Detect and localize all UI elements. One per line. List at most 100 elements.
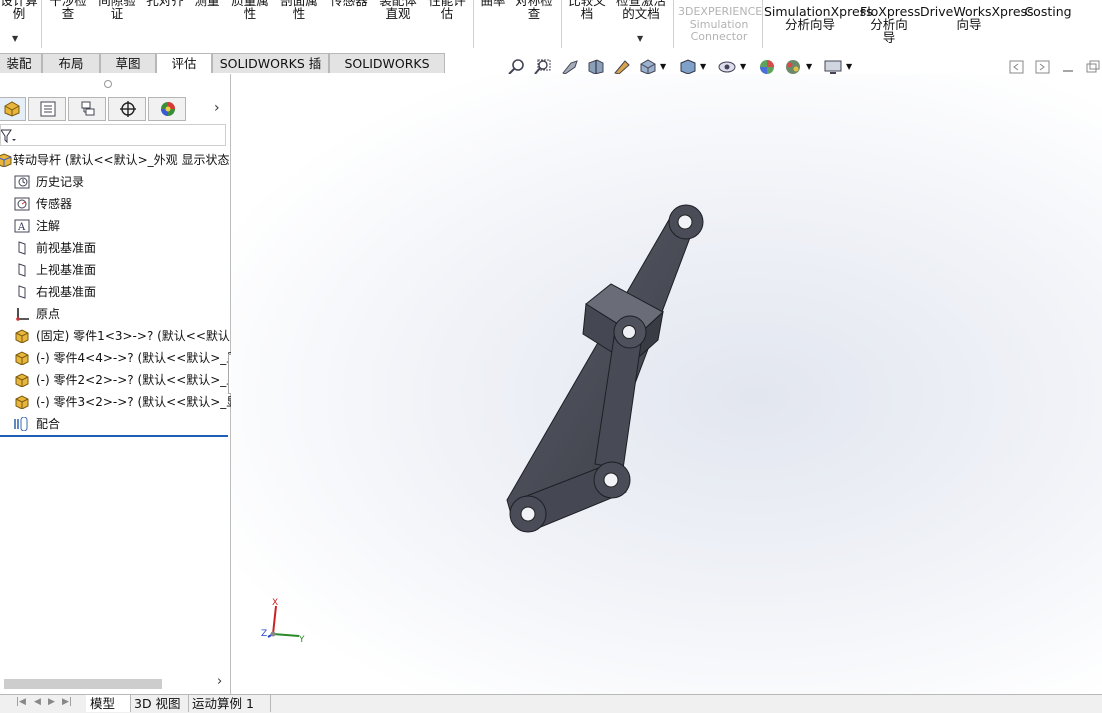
section-properties-label: 剖面属 性: [280, 0, 318, 21]
assembly-model[interactable]: [231, 74, 1102, 694]
tab-solidworks-mbd[interactable]: SOLIDWORKS MBD: [329, 53, 445, 91]
tab-evaluate[interactable]: 评估: [156, 53, 212, 73]
chevron-down-icon[interactable]: ▼: [660, 62, 666, 71]
assemblyxpert-button[interactable]: 装配体 直观: [376, 0, 420, 20]
simulationxpress-button[interactable]: SimulationXpress 分析向导: [764, 5, 873, 31]
tree-item-label: (固定) 零件1<3>->? (默认<<默认>: [36, 329, 240, 343]
hole-alignment-button[interactable]: 孔对齐: [143, 0, 187, 7]
zoom-to-fit-icon[interactable]: [508, 59, 526, 75]
tree-item-label: 历史记录: [36, 175, 85, 189]
minimize-icon[interactable]: [1060, 59, 1078, 75]
driveworksxpress-label: DriveWorksXpress 向导: [920, 4, 1034, 32]
part-icon: [15, 373, 29, 387]
interference-check-button[interactable]: 干涉检 查: [46, 0, 90, 20]
plane-icon: [18, 241, 26, 255]
filter-bar[interactable]: [0, 124, 226, 146]
collapse-panel-icon[interactable]: [1008, 59, 1026, 75]
chevron-right-icon[interactable]: ›: [214, 100, 220, 116]
plane-icon: [18, 285, 26, 299]
tree-item-label: (-) 零件4<4>->? (默认<<默认>_显: [36, 351, 239, 365]
panel-splitter-handle[interactable]: [104, 80, 112, 88]
y-axis: [272, 633, 300, 637]
annotation-icon: A: [14, 219, 30, 233]
chevron-down-icon[interactable]: ▼: [700, 62, 706, 71]
configuration-manager-tab[interactable]: [68, 97, 106, 121]
ribbon-divider: [473, 0, 474, 48]
compare-documents-button[interactable]: 比较文 档: [565, 0, 609, 20]
chevron-down-icon[interactable]: ▼: [637, 34, 643, 43]
tree-item-label: 原点: [36, 307, 61, 321]
view-orientation-icon[interactable]: [639, 59, 657, 75]
performance-evaluation-button[interactable]: 性能评 估: [425, 0, 469, 20]
tab-solidworks-addins[interactable]: SOLIDWORKS 插件: [212, 53, 329, 91]
tree-item-label: 注解: [36, 219, 61, 233]
graphics-area[interactable]: X Y Z: [231, 74, 1102, 694]
hole-alignment-label: 孔对齐: [146, 0, 184, 8]
3dexperience-simulation-button[interactable]: 3DEXPERIENCE Simulation Connector: [678, 5, 762, 44]
feature-manager-tab[interactable]: [0, 97, 26, 121]
tree-item-label: 右视基准面: [36, 285, 97, 299]
tab-model[interactable]: 模型: [86, 695, 131, 712]
svg-text:A: A: [17, 222, 26, 233]
costing-label: Costing: [1024, 4, 1072, 19]
ribbon-divider: [762, 0, 763, 48]
part-icon: [15, 329, 29, 343]
costing-button[interactable]: Costing: [1022, 5, 1074, 18]
tab-motion-study[interactable]: 运动算例 1: [188, 695, 271, 712]
origin-icon: [16, 308, 29, 321]
tab-layout[interactable]: 布局: [42, 53, 100, 73]
tab-assembly[interactable]: 装配体: [0, 53, 42, 91]
edit-appearance-icon[interactable]: [758, 59, 776, 75]
previous-view-icon[interactable]: [561, 59, 579, 75]
curvature-label: 曲率: [480, 0, 506, 8]
tab-scroll-buttons[interactable]: |◀ ◀ ▶ ▶|: [16, 697, 78, 710]
measure-button[interactable]: 测量: [190, 0, 224, 7]
driveworksxpress-button[interactable]: DriveWorksXpress 向导: [920, 5, 1034, 31]
expand-panel-icon[interactable]: [1034, 59, 1052, 75]
assembly-icon: [4, 101, 20, 117]
curvature-button[interactable]: 曲率: [477, 0, 509, 7]
chevron-down-icon[interactable]: ▼: [806, 62, 812, 71]
command-manager-ribbon: 设计算 例 ▼ 干涉检 查 间隙验 证 孔对齐 测量 质量属 性 剖面属 性 传…: [0, 0, 1102, 52]
chevron-down-icon[interactable]: ▼: [740, 62, 746, 71]
performance-label: 性能评 估: [428, 0, 466, 21]
design-study-button[interactable]: 设计算 例: [0, 0, 40, 20]
chevron-down-icon[interactable]: ▼: [846, 62, 852, 71]
display-manager-tab[interactable]: [148, 97, 186, 121]
prev-tab-arrow-icon[interactable]: ◀: [34, 697, 41, 707]
view-settings-icon[interactable]: [824, 59, 842, 75]
mass-properties-button[interactable]: 质量属 性: [228, 0, 272, 20]
display-style-icon[interactable]: [679, 59, 697, 75]
dynamic-annotation-icon[interactable]: [613, 59, 631, 75]
clearance-verification-button[interactable]: 间隙验 证: [95, 0, 139, 20]
restore-window-icon[interactable]: [1084, 59, 1102, 75]
sensor-button[interactable]: 传感器: [326, 0, 372, 7]
tab-sketch[interactable]: 草图: [100, 53, 156, 73]
symmetry-check-button[interactable]: 对称检 查: [512, 0, 556, 20]
section-view-icon[interactable]: [587, 59, 605, 75]
horizontal-scrollbar-thumb[interactable]: [4, 679, 162, 689]
check-active-document-label: 检查激活 的文档: [615, 0, 666, 21]
property-manager-tab[interactable]: [28, 97, 66, 121]
next-tab-arrow-icon[interactable]: ▶: [48, 697, 55, 707]
dimxpert-manager-tab[interactable]: [108, 97, 146, 121]
hide-show-items-icon[interactable]: [718, 59, 736, 75]
filter-icon: [1, 129, 16, 143]
apply-scene-icon[interactable]: [784, 59, 802, 75]
panel-tab-strip: ›: [0, 97, 230, 121]
zoom-to-area-icon[interactable]: [534, 59, 552, 75]
rollback-bar[interactable]: [0, 435, 228, 437]
tree-item-label: (-) 零件3<2>->? (默认<<默认>_显: [36, 395, 239, 409]
chevron-down-icon[interactable]: ▼: [12, 34, 18, 43]
tab-3d-view[interactable]: 3D 视图: [130, 695, 189, 712]
floxpress-button[interactable]: FloXpress 分析向 导: [860, 5, 920, 44]
check-active-document-button[interactable]: 检查激活 的文档: [612, 0, 670, 20]
scroll-right-arrow-icon[interactable]: ›: [217, 674, 222, 689]
section-properties-button[interactable]: 剖面属 性: [277, 0, 321, 20]
y-axis-label: Y: [298, 635, 305, 645]
interference-label: 干涉检 查: [49, 0, 87, 21]
tree-item-label: (-) 零件2<2>->? (默认<<默认>_显: [36, 373, 239, 387]
first-tab-arrow-icon[interactable]: |◀: [16, 697, 26, 707]
last-tab-arrow-icon[interactable]: ▶|: [62, 697, 72, 707]
feature-manager-panel: › 转动导杆 (默认<<默认>_外观 显示状态 历史记录 传感器 A 注解 前视…: [0, 74, 240, 694]
